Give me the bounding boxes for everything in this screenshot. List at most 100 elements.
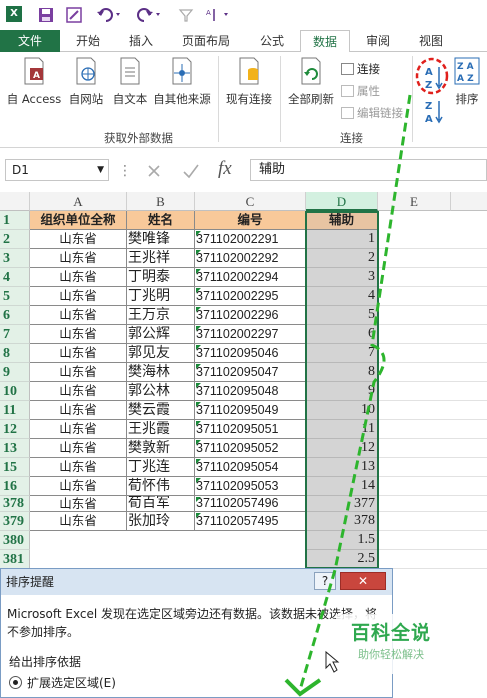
cell-helper[interactable]: 11 xyxy=(306,420,378,439)
row-header[interactable]: 15 xyxy=(0,458,30,477)
row-header[interactable]: 11 xyxy=(0,401,30,420)
row-header[interactable]: 10 xyxy=(0,382,30,401)
cell-helper[interactable]: 12 xyxy=(306,439,378,458)
cell-number[interactable]: 371102095049 xyxy=(195,401,306,420)
cell-number[interactable]: 371102057495 xyxy=(195,512,306,531)
cell-org-unit[interactable]: 山东省 xyxy=(30,496,127,512)
cell-helper[interactable]: 9 xyxy=(306,382,378,401)
insert-function-icon[interactable]: fx xyxy=(218,158,232,180)
cell-name[interactable]: 郭见友 xyxy=(127,344,195,363)
tab-formulas[interactable]: 公式 xyxy=(248,30,296,52)
cell-number[interactable]: 371102095053 xyxy=(195,477,306,496)
row-header[interactable]: 7 xyxy=(0,325,30,344)
tab-review[interactable]: 审阅 xyxy=(354,30,402,52)
cell-number[interactable]: 371102002294 xyxy=(195,268,306,287)
cell-name[interactable]: 张加玲 xyxy=(127,512,195,531)
sort-az-icon[interactable]: AZ xyxy=(424,64,444,92)
row-header[interactable]: 1 xyxy=(0,211,30,230)
connections-button[interactable]: 连接 xyxy=(341,60,380,78)
header-name[interactable]: 姓名 xyxy=(127,211,195,230)
cell-org-unit[interactable]: 山东省 xyxy=(30,512,127,531)
cell-name[interactable]: 郭公林 xyxy=(127,382,195,401)
undo-icon[interactable] xyxy=(96,6,124,24)
cell-org-unit[interactable]: 山东省 xyxy=(30,382,127,401)
column-header-f[interactable] xyxy=(451,192,487,211)
close-button[interactable]: ✕ xyxy=(340,572,386,590)
from-access-button[interactable]: A 自 Access xyxy=(4,56,64,107)
tab-home[interactable]: 开始 xyxy=(62,30,114,52)
select-all-corner[interactable] xyxy=(0,192,30,211)
cell-name[interactable]: 樊海林 xyxy=(127,363,195,382)
from-text-button[interactable]: 自文本 xyxy=(108,56,152,107)
sort-za-icon[interactable]: ZA xyxy=(424,98,444,126)
existing-connections-button[interactable]: 现有连接 xyxy=(222,56,276,107)
tab-page-layout[interactable]: 页面布局 xyxy=(168,30,244,52)
cell-org-unit[interactable]: 山东省 xyxy=(30,363,127,382)
redo-icon[interactable] xyxy=(136,6,164,24)
cell-org-unit[interactable]: 山东省 xyxy=(30,325,127,344)
help-button[interactable]: ? xyxy=(314,572,336,590)
properties-button[interactable]: 属性 xyxy=(341,82,380,100)
row-header[interactable]: 381 xyxy=(0,550,30,569)
cell-name[interactable]: 荀百军 xyxy=(127,496,195,512)
row-header[interactable]: 378 xyxy=(0,496,30,512)
cell-name[interactable]: 王万京 xyxy=(127,306,195,325)
worksheet-grid[interactable]: A B C D E 1 组织单位全称 姓名 编号 辅助 2 山东省 樊唯锋 371102002291 1 3 山… xyxy=(0,192,487,570)
refresh-all-button[interactable]: 全部刷新 xyxy=(284,56,338,107)
cell-name[interactable]: 丁兆连 xyxy=(127,458,195,477)
header-org-unit[interactable]: 组织单位全称 xyxy=(30,211,127,230)
cell-org-unit[interactable]: 山东省 xyxy=(30,230,127,249)
tab-view[interactable]: 视图 xyxy=(406,30,456,52)
row-header[interactable]: 4 xyxy=(0,268,30,287)
filter-icon[interactable] xyxy=(178,6,194,24)
row-header[interactable]: 2 xyxy=(0,230,30,249)
cell-org-unit[interactable]: 山东省 xyxy=(30,268,127,287)
cell-org-unit[interactable]: 山东省 xyxy=(30,287,127,306)
column-header-a[interactable]: A xyxy=(30,192,127,211)
cell-helper[interactable]: 377 xyxy=(306,496,378,512)
cell-number[interactable]: 371102095047 xyxy=(195,363,306,382)
column-header-e[interactable]: E xyxy=(378,192,451,211)
cell-number[interactable]: 371102095048 xyxy=(195,382,306,401)
cell-number[interactable]: 371102002295 xyxy=(195,287,306,306)
tab-file[interactable]: 文件 xyxy=(0,30,60,52)
cell-helper[interactable]: 8 xyxy=(306,363,378,382)
edit-links-button[interactable]: 编辑链接 xyxy=(341,104,403,122)
cell-number[interactable]: 371102095051 xyxy=(195,420,306,439)
cell-org-unit[interactable]: 山东省 xyxy=(30,401,127,420)
from-web-button[interactable]: 自网站 xyxy=(64,56,108,107)
name-box-dropdown-icon[interactable]: ▼ xyxy=(97,160,104,180)
expand-selection-option[interactable]: 扩展选定区域(E) xyxy=(9,673,116,693)
row-header[interactable]: 5 xyxy=(0,287,30,306)
tab-insert[interactable]: 插入 xyxy=(116,30,166,52)
cell-name[interactable]: 樊敦新 xyxy=(127,439,195,458)
row-header[interactable]: 9 xyxy=(0,363,30,382)
cell-number[interactable]: 371102002297 xyxy=(195,325,306,344)
cell-helper[interactable]: 13 xyxy=(306,458,378,477)
cell-name[interactable]: 丁兆明 xyxy=(127,287,195,306)
from-other-sources-button[interactable]: 自其他来源 xyxy=(150,56,214,107)
header-number[interactable]: 编号 xyxy=(195,211,306,230)
cell-number[interactable]: 371102002292 xyxy=(195,249,306,268)
cell-helper[interactable]: 1 xyxy=(306,230,378,249)
cell-org-unit[interactable]: 山东省 xyxy=(30,249,127,268)
cell-helper[interactable]: 10 xyxy=(306,401,378,420)
cell-number[interactable]: 371102002296 xyxy=(195,306,306,325)
cell-name[interactable]: 丁明泰 xyxy=(127,268,195,287)
row-header[interactable]: 8 xyxy=(0,344,30,363)
cell-helper[interactable]: 378 xyxy=(306,512,378,531)
cell-number[interactable]: 371102002291 xyxy=(195,230,306,249)
cell-name[interactable]: 王兆祥 xyxy=(127,249,195,268)
row-header[interactable]: 3 xyxy=(0,249,30,268)
cell-org-unit[interactable]: 山东省 xyxy=(30,477,127,496)
cell-number[interactable]: 371102057496 xyxy=(195,496,306,512)
cell-org-unit[interactable]: 山东省 xyxy=(30,439,127,458)
sort-qat-icon[interactable]: A xyxy=(206,6,230,24)
sort-button[interactable]: Z A A Z 排序 xyxy=(450,56,484,107)
cell-name[interactable]: 樊云霞 xyxy=(127,401,195,420)
row-header[interactable]: 6 xyxy=(0,306,30,325)
column-header-c[interactable]: C xyxy=(195,192,306,211)
cell-name[interactable]: 王兆霞 xyxy=(127,420,195,439)
name-box[interactable]: D1 ▼ xyxy=(5,159,109,181)
cell-name[interactable]: 荀怀伟 xyxy=(127,477,195,496)
